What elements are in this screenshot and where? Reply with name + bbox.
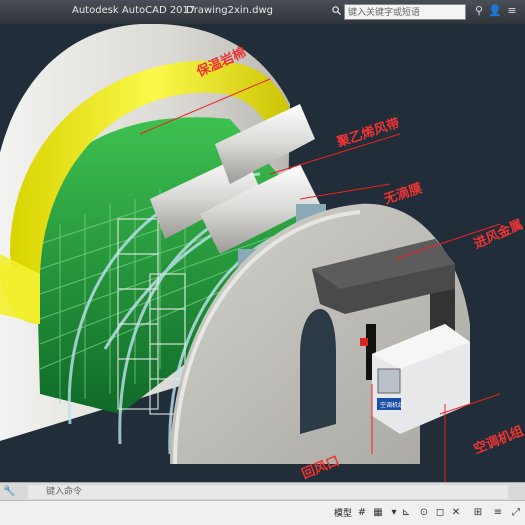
snap-icon[interactable]: ▦	[372, 507, 384, 519]
menu-icon[interactable]: ≡	[492, 507, 504, 519]
status-bar: 模型 # ▦ ▾ ⊾ ⊙ ◻ ✕ ⊞ ≡ ⤢	[0, 500, 525, 525]
ac-unit-label: 空调机组	[380, 402, 405, 409]
chevron-down-icon[interactable]: ▾	[388, 507, 400, 519]
osnap-icon[interactable]: ◻	[434, 507, 446, 519]
model-space-button[interactable]: 模型	[334, 506, 352, 519]
grid-icon[interactable]: #	[356, 507, 368, 519]
command-line: 🔧 键入命令	[0, 482, 525, 501]
workspace-icon[interactable]: ⊞	[472, 507, 484, 519]
file-title: Drawing2xin.dwg	[186, 5, 274, 16]
cart-icon[interactable]: ≡	[505, 4, 519, 18]
polar-icon[interactable]: ⊙	[418, 507, 430, 519]
search-input[interactable]: 键入关键字或短语	[344, 4, 466, 20]
search-icon	[332, 6, 341, 15]
command-input[interactable]: 键入命令	[28, 485, 508, 499]
entrance-door	[300, 309, 336, 434]
title-bar: Autodesk AutoCAD 2017 Drawing2xin.dwg 键入…	[0, 0, 525, 24]
binoculars-icon[interactable]: ⚲	[472, 4, 486, 18]
fullscreen-icon[interactable]: ⤢	[510, 507, 522, 519]
ortho-icon[interactable]: ⊾	[400, 507, 412, 519]
wrench-icon[interactable]: 🔧	[3, 486, 15, 498]
annotation-icon[interactable]: ✕	[450, 507, 462, 519]
greenhouse-3d-model	[0, 24, 501, 482]
user-icon[interactable]: 👤	[488, 4, 502, 18]
autocad-window: Autodesk AutoCAD 2017 Drawing2xin.dwg 键入…	[0, 0, 525, 525]
drawing-viewport[interactable]: 保温岩棉 聚乙烯风带 无滴膜 进风金属 空调机组 回风口 空调机组	[0, 24, 525, 482]
app-title: Autodesk AutoCAD 2017	[72, 5, 196, 16]
